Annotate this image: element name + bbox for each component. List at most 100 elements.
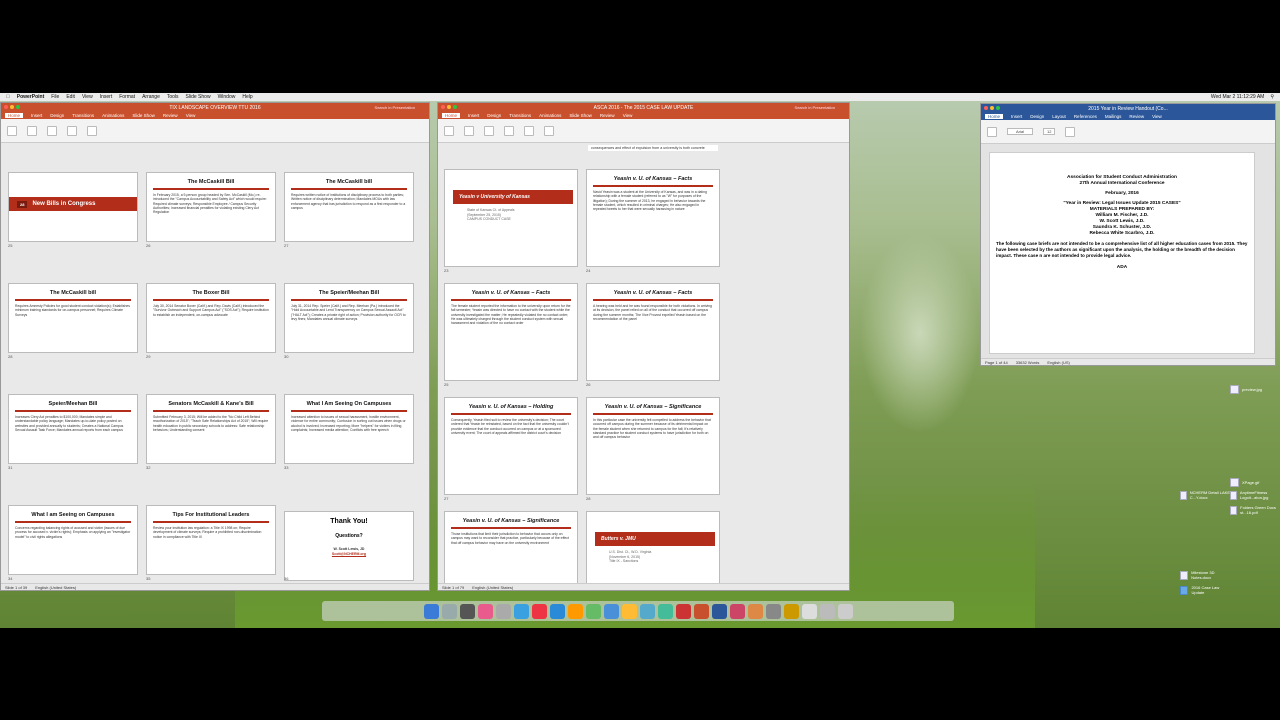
menu-format[interactable]: Format	[119, 94, 135, 100]
slide-thumbnail[interactable]: Yeasin v. U. of Kansas – Holding Conseque…	[444, 397, 578, 495]
tab-design[interactable]: Design	[487, 113, 501, 118]
tab-transitions[interactable]: Transitions	[72, 113, 94, 118]
slide-thumbnail[interactable]: Yeasin v. U. of Kansas – Facts Navid Yeas…	[586, 169, 720, 267]
slide-thumbnail[interactable]: What I Am Seeing On Campuses Increased at…	[284, 394, 414, 464]
close-icon[interactable]	[4, 105, 8, 109]
safari-icon[interactable]	[549, 603, 565, 619]
preview-icon[interactable]	[495, 603, 511, 619]
menu-slide-show[interactable]: Slide Show	[186, 94, 211, 100]
launchpad-icon[interactable]	[441, 603, 457, 619]
notes-icon[interactable]	[621, 603, 637, 619]
minimize-icon[interactable]	[10, 105, 14, 109]
word-icon[interactable]	[711, 603, 727, 619]
dropbox-icon[interactable]	[639, 603, 655, 619]
desktop-file-xpage[interactable]: XPage.gif	[1230, 478, 1259, 487]
shapes-icon[interactable]	[87, 125, 97, 136]
menu-edit[interactable]: Edit	[66, 94, 75, 100]
tab-home[interactable]: Home	[5, 113, 24, 118]
app-icon[interactable]	[729, 603, 745, 619]
powerpoint-icon[interactable]	[693, 603, 709, 619]
menu-arrange[interactable]: Arrange	[142, 94, 160, 100]
app-store-icon[interactable]	[513, 603, 529, 619]
slide-thumbnail[interactable]: The McCaskill bill Requires Amnesty Polic…	[8, 283, 138, 353]
mail-icon[interactable]	[603, 603, 619, 619]
slide-thumbnail[interactable]: Tips For Institutional Leaders Review you…	[146, 505, 276, 575]
finder-icon[interactable]	[423, 603, 439, 619]
messages-icon[interactable]	[585, 603, 601, 619]
ppt-left-slide-sorter[interactable]: 28 New Bills in Congress 25 The McCaskill B…	[1, 143, 429, 583]
tab-insert[interactable]: Insert	[1011, 114, 1022, 119]
slide-thumbnail[interactable]: The Speier/Meehan Bill July 31, 2014 Rep.…	[284, 283, 414, 353]
tab-design[interactable]: Design	[50, 113, 64, 118]
drawing-icon[interactable]	[544, 125, 554, 136]
slide-thumbnail[interactable]: Thank You! Questions? W. Scott Lewis, JD Sc…	[284, 511, 414, 581]
slide-thumbnail[interactable]: Yeasin v. U. of Kansas – Facts A hearing …	[586, 283, 720, 381]
word-titlebar[interactable]: 2015 Year in Review Handout (Co...	[981, 104, 1275, 113]
tab-insert[interactable]: Insert	[468, 113, 479, 118]
minimize-icon[interactable]	[990, 106, 994, 110]
slide-thumbnail[interactable]: The McCaskill Bill In February 2015, a 9-…	[146, 172, 276, 242]
paste-icon[interactable]	[444, 125, 454, 136]
acrobat-icon[interactable]	[675, 603, 691, 619]
desktop-file-ncherm[interactable]: NCHERM Detail LAKE C...Y.docx	[1180, 490, 1230, 500]
desktop-file-milestone[interactable]: Milestone 3D Notes.docx	[1180, 570, 1230, 580]
tab-slide-show[interactable]: Slide Show	[569, 113, 592, 118]
new-slide-icon[interactable]	[464, 125, 474, 136]
apple-icon[interactable]: 	[6, 94, 10, 100]
menu-insert[interactable]: Insert	[100, 94, 113, 100]
picture-icon[interactable]	[524, 125, 534, 136]
slide-thumbnail[interactable]: Speier/Meehan Bill Increases Clery Act pe…	[8, 394, 138, 464]
itunes-icon[interactable]	[477, 603, 493, 619]
paste-icon[interactable]	[7, 125, 17, 136]
slide-thumbnail[interactable]: Yeasin v. U. of Kansas – Significance Tho…	[444, 511, 578, 583]
desktop-file-folders[interactable]: Folders Green Docs st...16.pdf	[1230, 505, 1280, 515]
slide-thumbnail[interactable]: The McCaskill bill Requires written notic…	[284, 172, 414, 242]
menu-tools[interactable]: Tools	[167, 94, 179, 100]
new-slide-icon[interactable]	[27, 125, 37, 136]
font-icon[interactable]	[47, 125, 57, 136]
font-name-field[interactable]: Arial	[1007, 128, 1034, 135]
slide-thumbnail[interactable]: Yeasin v. U. of Kansas – Significance In …	[586, 397, 720, 495]
tab-home[interactable]: Home	[442, 113, 461, 118]
downloads-icon[interactable]	[819, 603, 835, 619]
tab-references[interactable]: References	[1074, 114, 1097, 119]
slide-thumbnail[interactable]: Senators McCaskill & Kane's Bill Submitte…	[146, 394, 276, 464]
ppt-left-titlebar[interactable]: TIX LANDSCAPE OVERVIEW TTU 2016 Search i…	[1, 103, 429, 112]
tab-design[interactable]: Design	[1030, 114, 1044, 119]
font-icon[interactable]	[484, 125, 494, 136]
chrome-icon[interactable]	[531, 603, 547, 619]
menu-window[interactable]: Window	[218, 94, 236, 100]
folder-icon[interactable]	[783, 603, 799, 619]
slide-thumbnail[interactable]: The Boxer Bill July 30, 2014 Senator Boxe…	[146, 283, 276, 353]
word-document-page[interactable]: Association for Student Conduct Administ…	[989, 152, 1255, 354]
tab-home[interactable]: Home	[985, 114, 1004, 119]
tab-view[interactable]: View	[1152, 114, 1162, 119]
ppt-mid-titlebar[interactable]: ASCA 2016 - The 2015 CASE LAW UPDATE Sea…	[438, 103, 849, 112]
slide-thumbnail[interactable]: Yeasin v. U. of Kansas – Facts The female…	[444, 283, 578, 381]
minimize-icon[interactable]	[447, 105, 451, 109]
menubar-clock[interactable]: Wed Mar 2 11:12:29 AM	[1211, 94, 1264, 100]
tab-insert[interactable]: Insert	[31, 113, 42, 118]
ppt-mid-search[interactable]: Search in Presentation	[795, 105, 835, 110]
tab-review[interactable]: Review	[600, 113, 615, 118]
tab-mailings[interactable]: Mailings	[1105, 114, 1122, 119]
close-icon[interactable]	[441, 105, 445, 109]
desktop-file-anytime[interactable]: AnytimeFitness Logolt...aton.jpg	[1230, 490, 1280, 500]
presenter-email[interactable]: Scott@NCHERM.org	[285, 552, 413, 557]
font-size-field[interactable]: 12	[1043, 128, 1056, 135]
tab-view[interactable]: View	[623, 113, 633, 118]
slide-thumbnail[interactable]: What I am Seeing on Campuses Concerns reg…	[8, 505, 138, 575]
desktop-file-preview[interactable]: preview.jpg	[1230, 385, 1262, 394]
zoom-icon[interactable]	[996, 106, 1000, 110]
convert-to-smartart-icon[interactable]	[504, 125, 514, 136]
zoom-icon[interactable]	[16, 105, 20, 109]
ppt-left-search[interactable]: Search in Presentation	[375, 105, 415, 110]
mission-control-icon[interactable]	[459, 603, 475, 619]
tab-slide-show[interactable]: Slide Show	[132, 113, 155, 118]
facetime-icon[interactable]	[657, 603, 673, 619]
menu-view[interactable]: View	[82, 94, 93, 100]
slide-thumbnail[interactable]: Butters v. JMU U.S. Dist. Ct., W.D. Virgi…	[586, 511, 720, 583]
tab-animations[interactable]: Animations	[539, 113, 561, 118]
tab-layout[interactable]: Layout	[1052, 114, 1066, 119]
zoom-icon[interactable]	[453, 105, 457, 109]
